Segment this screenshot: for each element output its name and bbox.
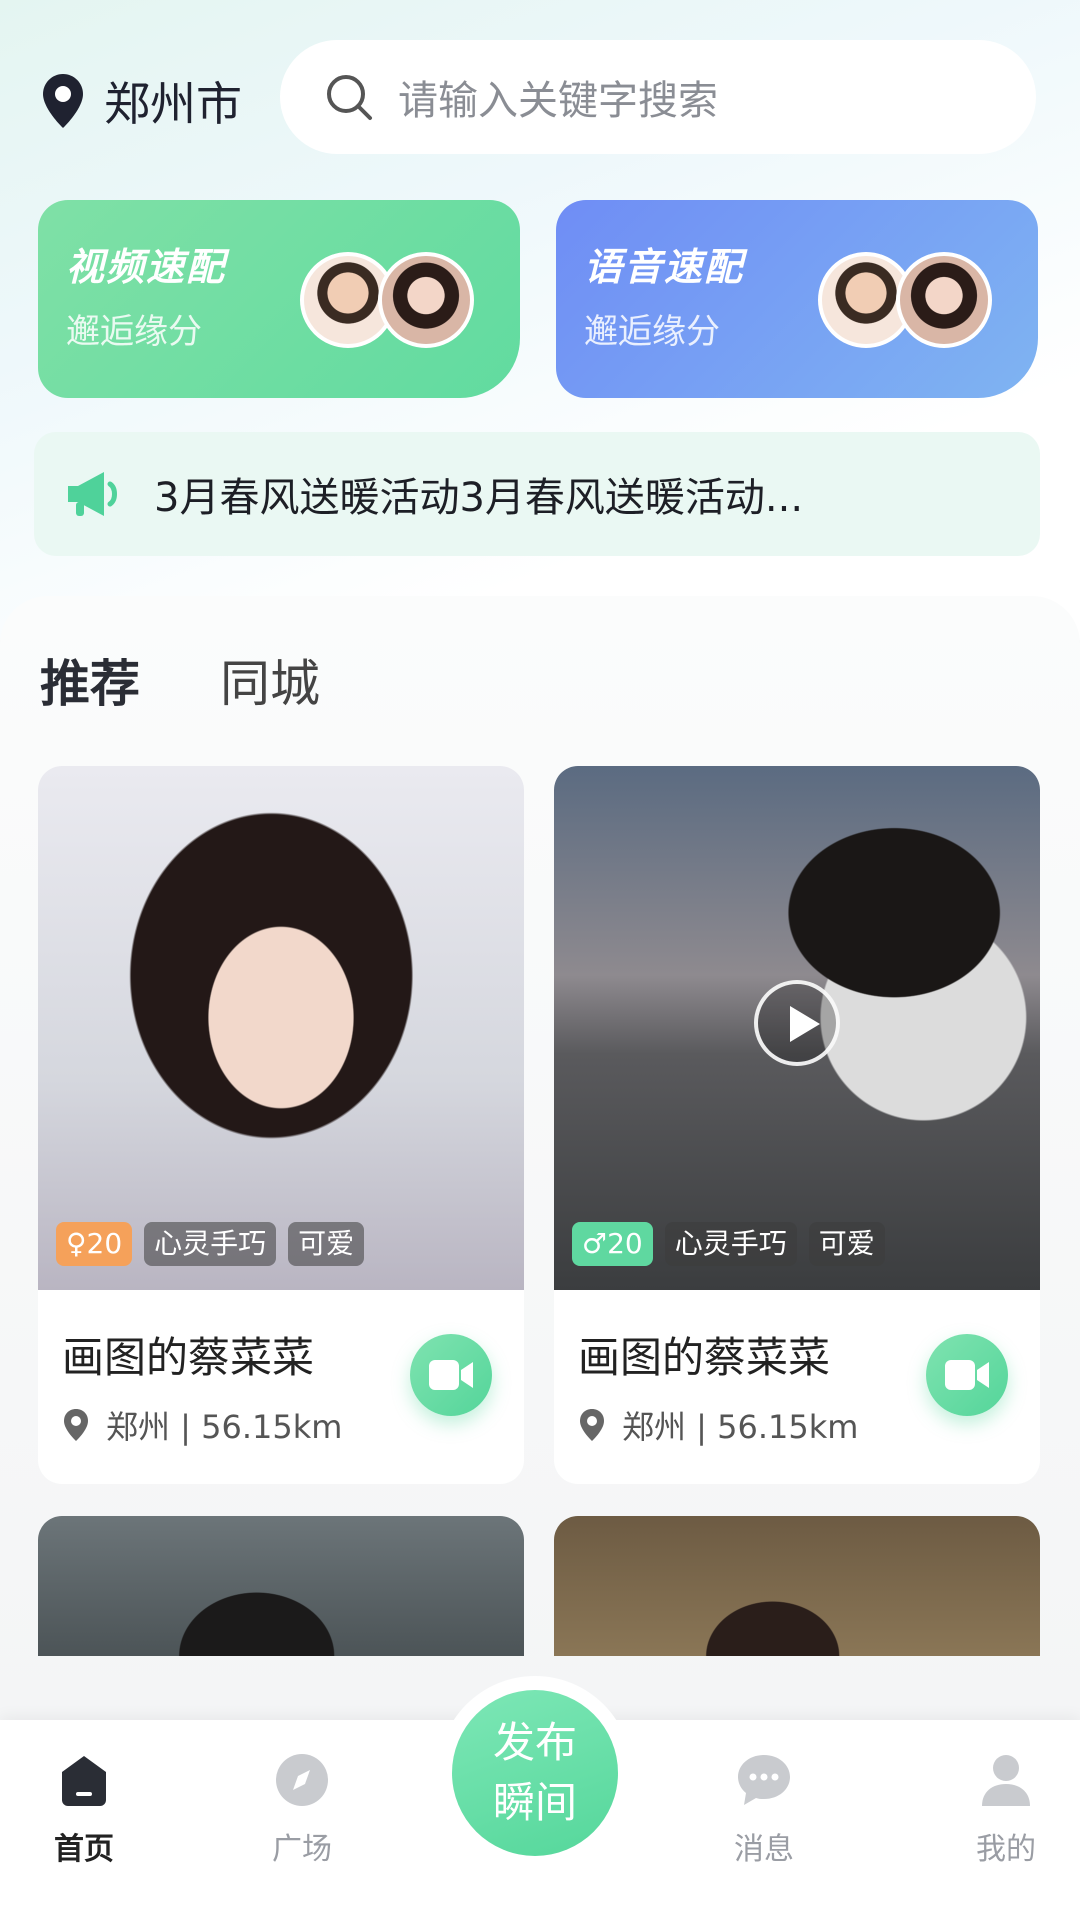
interest-tag: 心灵手巧	[664, 1222, 797, 1266]
nav-me-label: 我的	[976, 1832, 1036, 1867]
user-card-partial[interactable]	[554, 1516, 1040, 1656]
home-icon	[62, 1756, 106, 1806]
search-placeholder: 请输入关键字搜索	[398, 78, 718, 124]
video-match-subtitle: 邂逅缘分	[66, 312, 202, 352]
tab-same-city[interactable]: 同城	[220, 644, 320, 716]
location-pin-icon	[580, 1409, 604, 1441]
user-photo	[38, 766, 524, 1290]
location-pin-icon	[64, 1409, 88, 1441]
interest-tag: 可爱	[288, 1222, 365, 1266]
user-card-partial[interactable]	[38, 1516, 524, 1656]
location-text: 郑州 | 56.15km	[622, 1408, 859, 1446]
voice-match-title: 语音速配	[584, 245, 745, 289]
feed-tabs: 推荐 同城	[36, 644, 400, 716]
search-icon	[327, 75, 372, 120]
nav-home[interactable]: 首页	[24, 1750, 144, 1868]
tag-list: ♀20 心灵手巧 可爱	[56, 1222, 376, 1266]
avatar	[378, 252, 474, 348]
user-card[interactable]: ♂20 心灵手巧 可爱 画图的蔡菜菜 郑州 | 56.15km	[554, 766, 1040, 1484]
nav-home-label: 首页	[54, 1832, 114, 1867]
play-icon[interactable]	[754, 980, 840, 1066]
city-selector[interactable]: 郑州市	[40, 68, 242, 134]
search-input[interactable]: 请输入关键字搜索	[280, 40, 1036, 154]
nav-messages-label: 消息	[734, 1832, 794, 1867]
megaphone-icon	[68, 472, 117, 516]
gender-age-badge: ♀20	[56, 1222, 133, 1266]
voice-match-subtitle: 邂逅缘分	[584, 312, 720, 352]
user-location: 郑州 | 56.15km	[62, 1402, 342, 1448]
compass-icon	[276, 1754, 328, 1806]
nav-square[interactable]: 广场	[242, 1750, 362, 1868]
nav-square-label: 广场	[272, 1832, 332, 1867]
gender-age-badge: ♂20	[572, 1222, 653, 1266]
video-match-title: 视频速配	[66, 245, 227, 289]
nav-me[interactable]: 我的	[946, 1750, 1066, 1868]
interest-tag: 可爱	[808, 1222, 885, 1266]
user-card[interactable]: ♀20 心灵手巧 可爱 画图的蔡菜菜 郑州 | 56.15km	[38, 766, 524, 1484]
video-match-card[interactable]: 视频速配 邂逅缘分	[38, 200, 520, 398]
location-pin-icon	[43, 74, 83, 128]
nav-messages[interactable]: 消息	[704, 1750, 824, 1868]
user-location: 郑州 | 56.15km	[578, 1402, 858, 1448]
interest-tag: 心灵手巧	[144, 1222, 277, 1266]
announcement-bar[interactable]: 3月春风送暖活动3月春风送暖活动...	[34, 432, 1040, 556]
avatar	[896, 252, 992, 348]
header: 郑州市 请输入关键字搜索	[0, 0, 1080, 160]
video-call-button[interactable]	[926, 1334, 1008, 1416]
user-name: 画图的蔡菜菜	[62, 1333, 315, 1382]
chat-bubble-icon	[738, 1755, 790, 1805]
announcement-text: 3月春风送暖活动3月春风送暖活动...	[154, 475, 804, 521]
video-camera-icon	[945, 1360, 989, 1390]
user-name: 画图的蔡菜菜	[578, 1333, 831, 1382]
city-name: 郑州市	[104, 77, 242, 131]
location-text: 郑州 | 56.15km	[106, 1408, 343, 1446]
video-camera-icon	[429, 1360, 473, 1390]
video-call-button[interactable]	[410, 1334, 492, 1416]
user-icon	[982, 1755, 1030, 1806]
publish-moment-button[interactable]: 发布瞬间	[452, 1690, 618, 1856]
tab-recommend[interactable]: 推荐	[36, 644, 144, 716]
voice-match-card[interactable]: 语音速配 邂逅缘分	[556, 200, 1038, 398]
publish-label: 发布瞬间	[492, 1718, 577, 1827]
tag-list: ♂20 心灵手巧 可爱	[572, 1222, 897, 1266]
